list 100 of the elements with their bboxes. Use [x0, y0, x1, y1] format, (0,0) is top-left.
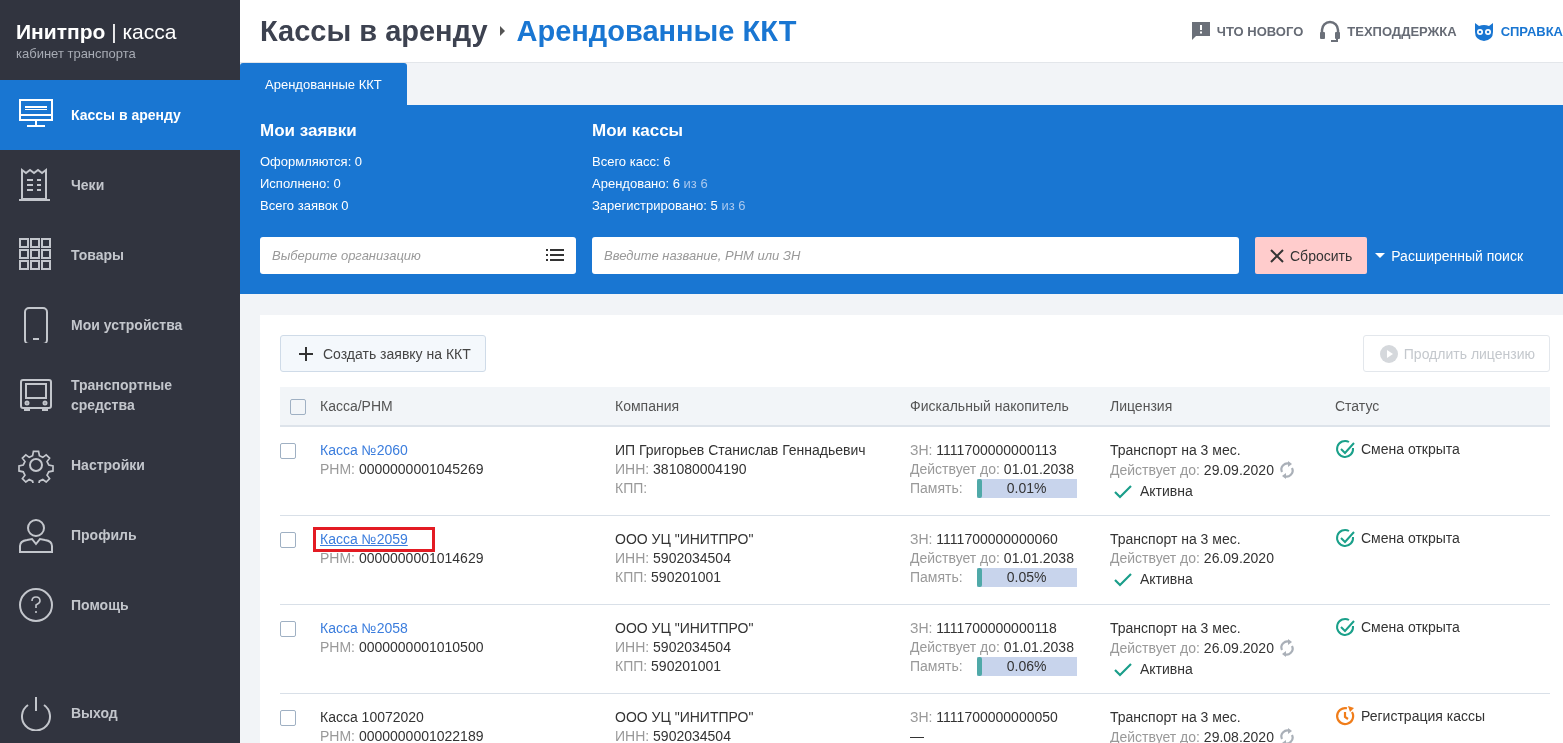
memory-label: Память:: [910, 568, 963, 587]
header-link[interactable]: ТЕХПОДДЕРЖКА: [1319, 20, 1457, 42]
power-icon: [18, 695, 54, 731]
play-icon: [1379, 344, 1398, 363]
company-name: ИП Григорьев Станислав Геннадьевич: [615, 441, 866, 460]
status-text: Смена открыта: [1361, 439, 1460, 459]
row-checkbox[interactable]: [280, 621, 296, 637]
company-name: ООО УЦ "ИНИТПРО": [615, 619, 754, 638]
header-link[interactable]: СПРАВКА: [1472, 20, 1563, 42]
summary-line: Оформляются: 0: [260, 153, 364, 171]
fn-text: ЗН: 1111700000000050: [910, 708, 1058, 727]
memory-label: Память:: [910, 657, 963, 676]
logo-text: Инитпро | касса: [16, 20, 178, 44]
rnm-text: РНМ: 0000000001014629: [320, 549, 484, 568]
sidebar-item[interactable]: Мои устройства: [0, 290, 240, 360]
sidebar-item[interactable]: Настройки: [0, 430, 240, 500]
inn-text: ИНН: 381080004190: [615, 460, 747, 479]
fn-text: Действует до: 01.01.2038: [910, 638, 1074, 657]
rnm-text: РНМ: 0000000001045269: [320, 460, 484, 479]
fn-text: Действует до: 01.01.2038: [910, 460, 1074, 479]
close-icon: [1270, 248, 1284, 263]
memory-label: Память:: [910, 479, 963, 498]
logo-subtitle: кабинет транспорта: [16, 46, 137, 61]
advanced-search-link[interactable]: Расширенный поиск: [1375, 247, 1524, 264]
fn-text: ЗН: 1111700000000118: [910, 619, 1057, 638]
company-name: ООО УЦ "ИНИТПРО": [615, 530, 754, 549]
dash-text: —: [910, 727, 924, 743]
section-title: Мои кассы: [592, 121, 685, 141]
kpp-text: КПП:: [615, 479, 648, 498]
tab[interactable]: Арендованные ККТ: [240, 63, 407, 105]
row-checkbox[interactable]: [280, 710, 296, 726]
message-icon: [1190, 21, 1211, 41]
sidebar-item[interactable]: Кассы в аренду: [0, 80, 240, 150]
summary-line: Всего заявок 0: [260, 197, 350, 215]
memory-bar: 0.01%: [976, 479, 1077, 498]
bus-icon: [18, 377, 54, 413]
organization-select[interactable]: Выберите организацию: [260, 237, 576, 274]
column-header: Компания: [615, 398, 680, 414]
sidebar-item[interactable]: Транспортные средства: [0, 360, 240, 430]
check-icon: [1114, 572, 1132, 587]
license-expiry: Действует до: 26.09.2020: [1110, 549, 1274, 568]
summary-line: Всего касс: 6: [592, 153, 672, 171]
license-name: Транспорт на 3 мес.: [1110, 441, 1241, 460]
check-icon: [1114, 662, 1132, 677]
status-text: Смена открыта: [1361, 528, 1460, 548]
license-state: Активна: [1140, 482, 1193, 501]
register-link[interactable]: Касса №2058: [320, 619, 408, 638]
column-header: Фискальный накопитель: [910, 398, 1069, 414]
sidebar-item[interactable]: Помощь: [0, 570, 240, 640]
section-title: Мои заявки: [260, 121, 358, 141]
license-expiry: Действует до: 29.09.2020: [1110, 460, 1274, 480]
refresh-icon[interactable]: [1277, 638, 1296, 658]
headset-icon: [1319, 20, 1342, 42]
row-checkbox[interactable]: [280, 532, 296, 548]
inn-text: ИНН: 5902034504: [615, 727, 731, 743]
memory-bar: 0.06%: [976, 657, 1077, 676]
summary-line: Зарегистрировано: 5 из 6: [592, 197, 747, 215]
summary-line: Исполнено: 0: [260, 175, 342, 193]
plus-icon: [299, 346, 313, 361]
select-all-checkbox[interactable]: [290, 399, 306, 415]
sidebar-item[interactable]: Чеки: [0, 150, 240, 220]
summary-line: Арендовано: 6 из 6: [592, 175, 709, 193]
header-link[interactable]: ЧТО НОВОГО: [1190, 21, 1304, 41]
reset-button[interactable]: Сбросить: [1255, 237, 1368, 274]
grid-icon: [18, 237, 54, 273]
memory-bar: 0.05%: [976, 568, 1077, 587]
inn-text: ИНН: 5902034504: [615, 638, 731, 657]
row-checkbox[interactable]: [280, 443, 296, 459]
column-header: Статус: [1335, 398, 1380, 414]
breadcrumb-link[interactable]: Кассы в аренду: [260, 14, 488, 48]
register-name: Касса 10072020: [320, 708, 424, 727]
caret-icon: [1375, 253, 1386, 258]
license-state: Активна: [1140, 570, 1193, 589]
column-header: Касса/РНМ: [320, 398, 393, 414]
status-text: Смена открыта: [1361, 617, 1460, 637]
help-icon: [18, 587, 54, 623]
page-title: Арендованные ККТ: [516, 14, 797, 48]
refresh-icon[interactable]: [1277, 727, 1296, 743]
fn-text: ЗН: 1111700000000060: [910, 530, 1058, 549]
check-icon: [1114, 484, 1132, 499]
license-name: Транспорт на 3 мес.: [1110, 530, 1241, 549]
create-request-button[interactable]: Создать заявку на ККТ: [280, 335, 486, 372]
owl-icon: [1472, 20, 1495, 42]
rnm-text: РНМ: 0000000001022189: [320, 727, 484, 743]
refresh-icon[interactable]: [1277, 460, 1296, 480]
search-field[interactable]: Введите название, РНМ или ЗН: [592, 237, 1239, 274]
fn-text: ЗН: 1111700000000113: [910, 441, 1057, 460]
company-name: ООО УЦ "ИНИТПРО": [615, 708, 754, 727]
register-link[interactable]: Касса №2059: [316, 530, 432, 549]
license-name: Транспорт на 3 мес.: [1110, 619, 1241, 638]
person-icon: [18, 517, 54, 553]
logout-item[interactable]: Выход: [0, 683, 240, 743]
rnm-text: РНМ: 0000000001010500: [320, 638, 484, 657]
inn-text: ИНН: 5902034504: [615, 549, 731, 568]
sidebar-item[interactable]: Товары: [0, 220, 240, 290]
license-expiry: Действует до: 26.09.2020: [1110, 638, 1274, 658]
sidebar-item[interactable]: Профиль: [0, 500, 240, 570]
license-state: Активна: [1140, 660, 1193, 679]
column-header: Лицензия: [1110, 398, 1173, 414]
register-link[interactable]: Касса №2060: [320, 441, 408, 460]
